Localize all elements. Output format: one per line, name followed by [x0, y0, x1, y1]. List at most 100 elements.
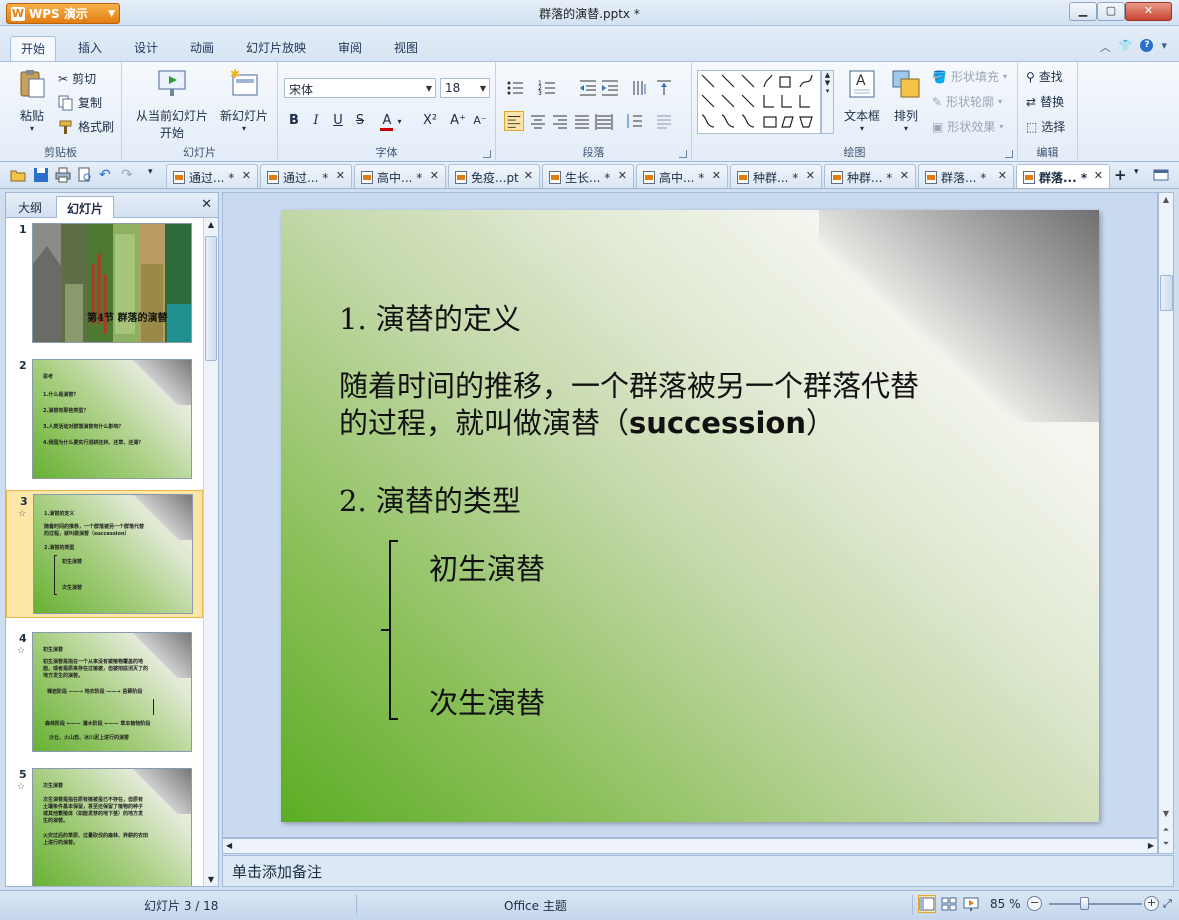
cut-button[interactable]: ✂ 剪切: [58, 70, 96, 87]
thumbnail-slide-4[interactable]: 4 ☆ 初生演替 初生演替是指在一个从来没有被植物覆盖的地 面，或者是原来存在过…: [6, 628, 203, 756]
align-text-icon[interactable]: [654, 78, 674, 98]
format-painter-button[interactable]: 格式刷: [58, 118, 114, 135]
replace-button[interactable]: ⇄ 替换: [1026, 93, 1064, 110]
print-preview-icon[interactable]: [77, 167, 93, 183]
shrink-font-button[interactable]: A⁻: [470, 111, 490, 131]
zoom-out-button[interactable]: −: [1027, 896, 1042, 911]
tab-home[interactable]: 开始: [10, 36, 57, 62]
tab-animation[interactable]: 动画: [180, 36, 224, 62]
customize-toolbar-icon[interactable]: ▾: [148, 167, 164, 183]
align-center-icon[interactable]: [528, 111, 548, 131]
tab-design[interactable]: 设计: [124, 36, 168, 62]
textbox-button[interactable]: A 文本框 ▾: [840, 68, 884, 133]
notes-pane[interactable]: 单击添加备注: [222, 855, 1174, 887]
new-tab-icon[interactable]: +: [1114, 166, 1130, 184]
distribute-icon[interactable]: [594, 111, 614, 131]
zoom-slider-track[interactable]: [1049, 903, 1142, 905]
tab-insert[interactable]: 插入: [68, 36, 112, 62]
doc-tab[interactable]: 群落... * ✕: [918, 164, 1014, 188]
slide-type-primary[interactable]: 初生演替: [429, 546, 545, 588]
arrange-button[interactable]: 排列 ▾: [888, 68, 924, 133]
chevron-down-icon[interactable]: ▾: [1161, 39, 1167, 55]
bold-button[interactable]: B: [284, 111, 304, 131]
superscript-button[interactable]: X²: [418, 111, 442, 131]
zoom-in-button[interactable]: +: [1144, 896, 1159, 911]
scroll-up-icon[interactable]: ▲: [204, 220, 218, 229]
font-dialog-launcher[interactable]: [483, 150, 491, 158]
underline-button[interactable]: U: [328, 111, 348, 131]
undo-icon[interactable]: ↶: [99, 167, 115, 183]
decrease-indent-icon[interactable]: [578, 78, 598, 98]
doc-tab[interactable]: 生长... * ✕: [542, 164, 634, 188]
thumbnail-slide-5[interactable]: 5 ☆ 次生演替 次生演替是指在原有植被虽已不存在，但原有 土壤条件基本保留，甚…: [6, 764, 203, 886]
new-slide-button[interactable]: ✱ 新幻灯片 ▾: [216, 67, 272, 133]
font-size-combo[interactable]: 18 ▼: [440, 78, 490, 98]
scroll-right-icon[interactable]: ▶: [1148, 841, 1154, 850]
normal-view-button[interactable]: [918, 895, 936, 913]
close-window-button[interactable]: ✕: [1125, 2, 1172, 21]
doc-tab[interactable]: 种群... * ✕: [730, 164, 822, 188]
drawing-dialog-launcher[interactable]: [1005, 150, 1013, 158]
minimize-button[interactable]: ▁: [1069, 2, 1097, 21]
thumbnail-slide-1[interactable]: 1 第4节 群落的演替: [6, 219, 203, 347]
scroll-down-icon[interactable]: ▼: [1159, 809, 1173, 818]
close-tab-icon[interactable]: ✕: [336, 169, 345, 182]
close-tab-icon[interactable]: ✕: [618, 169, 627, 182]
font-name-combo[interactable]: 宋体 ▼: [284, 78, 436, 98]
skin-icon[interactable]: 👕: [1119, 39, 1133, 55]
doc-tab[interactable]: 种群... * ✕: [824, 164, 916, 188]
close-tab-icon[interactable]: ✕: [712, 169, 721, 182]
zoom-slider-knob[interactable]: [1080, 897, 1089, 910]
thumbnail-slide-3[interactable]: 3 ☆ 1.演替的定义 随着时间的推移，一个群落被另一个群落代替 的过程，就叫做…: [6, 490, 203, 618]
doc-tab-active[interactable]: 群落... * ✕: [1016, 164, 1110, 188]
save-icon[interactable]: [33, 167, 49, 183]
window-layout-icon[interactable]: [1153, 167, 1169, 183]
scrollbar-thumb[interactable]: [205, 236, 217, 361]
font-color-button[interactable]: A ▾: [376, 111, 406, 131]
doc-tab[interactable]: 高中... * ✕: [636, 164, 728, 188]
close-tab-icon[interactable]: ✕: [242, 169, 251, 182]
doc-tab[interactable]: 高中... * ✕: [354, 164, 446, 188]
doc-tab[interactable]: 免疫...pt ✕: [448, 164, 540, 188]
print-icon[interactable]: [55, 167, 71, 183]
thumbnail-slide-2[interactable]: 2 思考 1.什么是演替？ 2.演替有那些类型？ 3.人类活动对群落演替有什么影…: [6, 355, 203, 483]
tab-review[interactable]: 审阅: [328, 36, 372, 62]
italic-button[interactable]: I: [306, 111, 326, 131]
slide-body-line-2[interactable]: 的过程，就叫做演替（succession）: [339, 405, 835, 442]
close-tab-icon[interactable]: ✕: [806, 169, 815, 182]
chevron-down-icon[interactable]: ▼: [426, 84, 432, 93]
redo-icon[interactable]: ↷: [121, 167, 137, 183]
close-tab-icon[interactable]: ✕: [900, 169, 909, 182]
scroll-up-icon[interactable]: ▲: [1159, 195, 1173, 204]
close-tab-icon[interactable]: ✕: [998, 169, 1007, 182]
scroll-down-icon[interactable]: ▼: [204, 875, 218, 884]
justify-icon[interactable]: [572, 111, 592, 131]
slide-heading-types[interactable]: 2. 演替的类型: [339, 478, 521, 520]
tab-slides[interactable]: 幻灯片: [56, 196, 115, 218]
collapse-ribbon-icon[interactable]: ︿: [1100, 39, 1111, 55]
help-icon[interactable]: ?: [1140, 39, 1154, 52]
slideshow-view-button[interactable]: [962, 895, 980, 913]
grow-font-button[interactable]: A⁺: [448, 111, 468, 131]
shape-outline-button[interactable]: ✎ 形状轮廓 ▾: [932, 93, 1002, 110]
tab-outline[interactable]: 大纲: [8, 196, 52, 218]
align-right-icon[interactable]: [550, 111, 570, 131]
next-slide-icon[interactable]: ⏷: [1159, 839, 1173, 849]
paragraph-dialog-launcher[interactable]: [679, 150, 687, 158]
numbering-icon[interactable]: 123: [538, 78, 558, 98]
copy-button[interactable]: 复制: [58, 94, 102, 111]
maximize-button[interactable]: ▢: [1097, 2, 1125, 21]
open-folder-icon[interactable]: [10, 167, 26, 183]
paste-button[interactable]: 粘贴 ▾: [10, 68, 54, 133]
shape-effects-button[interactable]: ▣ 形状效果 ▾: [932, 118, 1003, 135]
fit-to-window-icon[interactable]: ⤢: [1163, 897, 1172, 911]
chevron-down-icon[interactable]: ▾: [1134, 167, 1150, 183]
line-spacing-icon[interactable]: [624, 111, 644, 131]
thumbnail-scrollbar[interactable]: ▲ ▼: [203, 218, 218, 886]
slide-heading-definition[interactable]: 1. 演替的定义: [339, 296, 521, 338]
bullets-icon[interactable]: [506, 78, 526, 98]
tab-slideshow[interactable]: 幻灯片放映: [236, 36, 316, 62]
close-tab-icon[interactable]: ✕: [430, 169, 439, 182]
slide-type-secondary[interactable]: 次生演替: [429, 680, 545, 722]
doc-tab[interactable]: 通过... * ✕: [166, 164, 258, 188]
